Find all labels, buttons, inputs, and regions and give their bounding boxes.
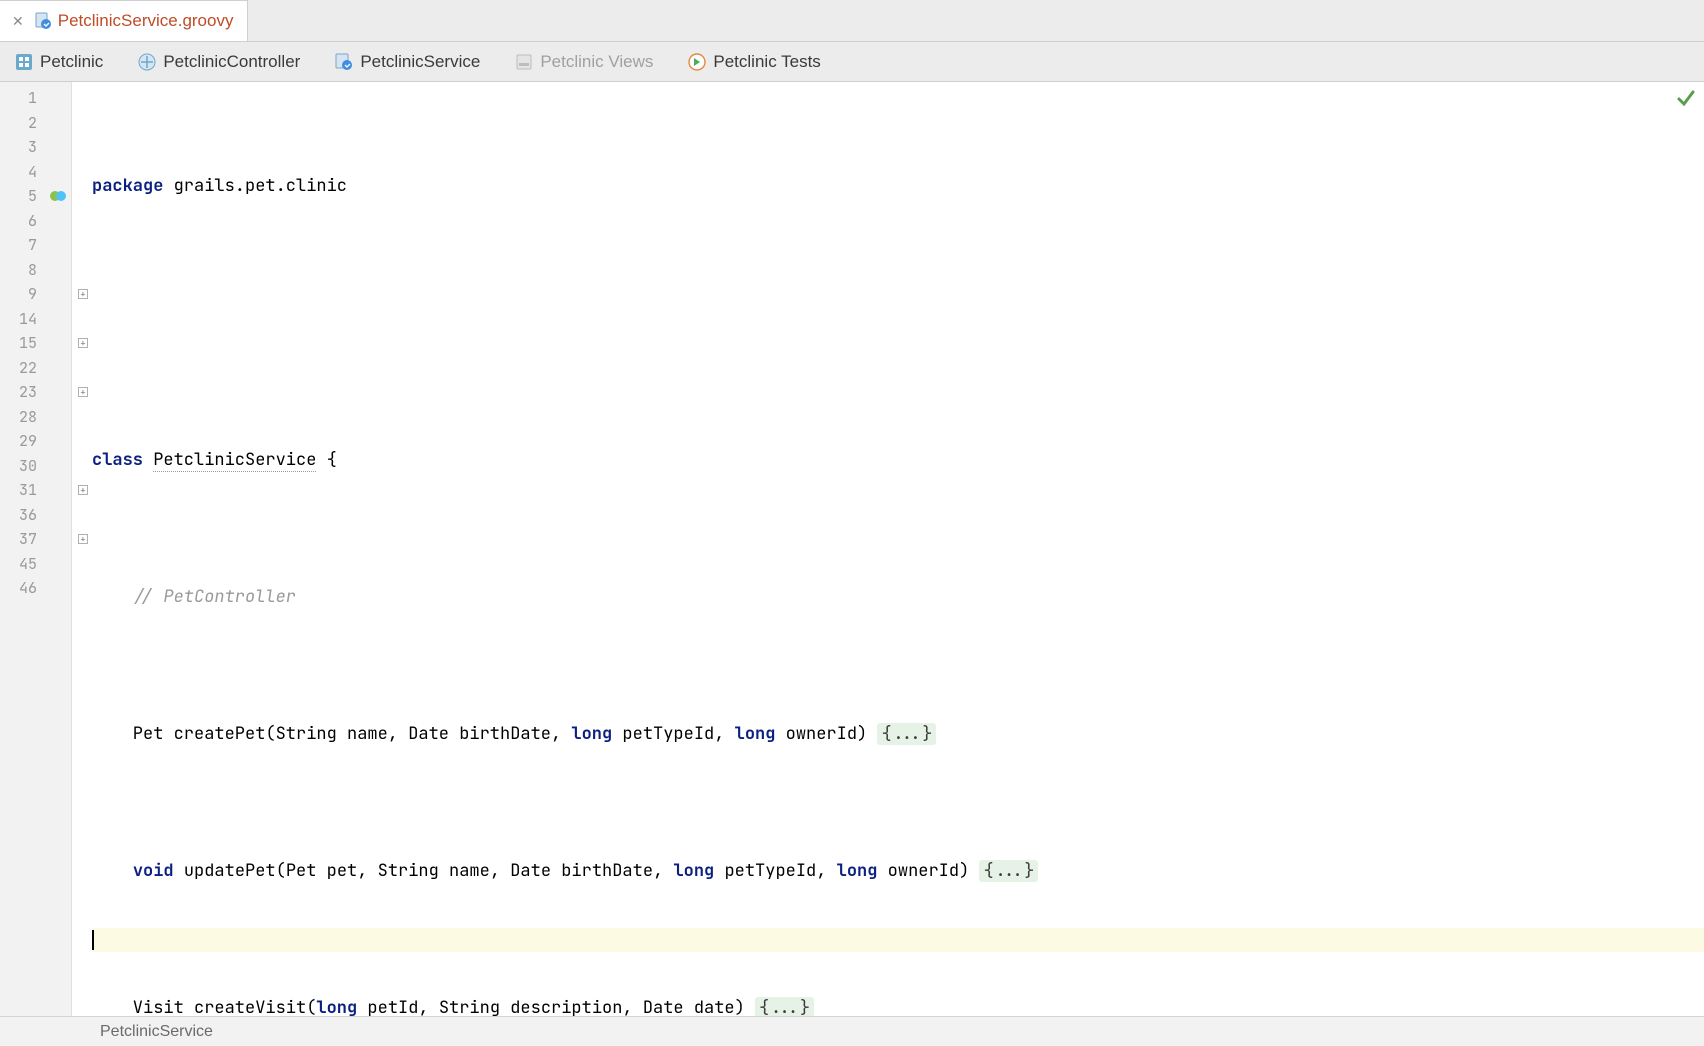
code-line[interactable] [92, 243, 1704, 268]
gutter-line[interactable]: 14 [0, 307, 71, 332]
gutter-line[interactable]: 8 [0, 258, 71, 283]
gutter-line[interactable]: 6 [0, 209, 71, 234]
gutter-line[interactable]: 22 [0, 356, 71, 381]
gutter-line[interactable]: 3 [0, 135, 71, 160]
gutter-line[interactable]: 45 [0, 552, 71, 577]
breadcrumb[interactable]: PetclinicService [0, 1016, 1704, 1046]
views-icon [514, 52, 534, 72]
code-line[interactable]: void updatePet(Pet pet, String name, Dat… [92, 859, 1704, 884]
folded-region[interactable]: {...} [755, 997, 814, 1016]
code-line[interactable]: Pet createPet(String name, Date birthDat… [92, 722, 1704, 747]
code-area[interactable]: package grails.pet.clinic class Petclini… [72, 82, 1704, 1016]
code-line[interactable]: package grails.pet.clinic [92, 174, 1704, 199]
close-icon[interactable]: ✕ [8, 13, 28, 30]
code-line[interactable] [92, 517, 1704, 542]
nav-item-label: PetclinicController [163, 52, 300, 72]
class-gutter-icon[interactable] [49, 187, 67, 205]
editor-tab-bar: ✕ PetclinicService.groovy [0, 0, 1704, 42]
domain-icon [14, 52, 34, 72]
nav-item-petclinic[interactable]: Petclinic [8, 48, 109, 76]
gutter-line[interactable]: 31+ [0, 478, 71, 503]
nav-item-controller[interactable]: PetclinicController [131, 48, 306, 76]
gutter-line[interactable]: 36 [0, 503, 71, 528]
folded-region[interactable]: {...} [979, 860, 1038, 882]
gutter-line[interactable]: 5 [0, 184, 71, 209]
editor: 1 2 3 4 5 6 7 8 9+ 14 15+ 22 23+ 28 29 3… [0, 82, 1704, 1016]
tab-file-name: PetclinicService.groovy [58, 11, 234, 31]
nav-item-tests[interactable]: Petclinic Tests [681, 48, 826, 76]
gutter-line[interactable]: 7 [0, 233, 71, 258]
nav-item-label: Petclinic Tests [713, 52, 820, 72]
code-line[interactable] [92, 791, 1704, 816]
gutter-line[interactable]: 9+ [0, 282, 71, 307]
navigation-bar: Petclinic PetclinicController PetclinicS… [0, 42, 1704, 82]
nav-item-views[interactable]: Petclinic Views [508, 48, 659, 76]
code-line[interactable]: Visit createVisit(long petId, String des… [92, 996, 1704, 1016]
code-line[interactable] [92, 311, 1704, 336]
gutter-line[interactable]: 15+ [0, 331, 71, 356]
editor-tab[interactable]: ✕ PetclinicService.groovy [0, 0, 248, 41]
inspection-ok-icon[interactable] [1676, 88, 1696, 108]
nav-item-label: PetclinicService [360, 52, 480, 72]
controller-icon [137, 52, 157, 72]
nav-item-label: Petclinic Views [540, 52, 653, 72]
gutter-line[interactable]: 23+ [0, 380, 71, 405]
gutter-line[interactable]: 37+ [0, 527, 71, 552]
gutter-line[interactable]: 1 [0, 86, 71, 111]
gutter-line[interactable]: 28 [0, 405, 71, 430]
code-line[interactable] [92, 654, 1704, 679]
gutter-line[interactable]: 29 [0, 429, 71, 454]
gutter: 1 2 3 4 5 6 7 8 9+ 14 15+ 22 23+ 28 29 3… [0, 82, 72, 1016]
gutter-line[interactable]: 30 [0, 454, 71, 479]
groovy-file-icon [34, 12, 52, 30]
text-caret [92, 930, 94, 950]
gutter-line[interactable]: 46 [0, 576, 71, 601]
code-line[interactable]: // PetController [92, 585, 1704, 610]
code-line[interactable]: class PetclinicService { [92, 448, 1704, 473]
gutter-line[interactable]: 2 [0, 111, 71, 136]
service-icon [334, 52, 354, 72]
breadcrumb-item[interactable]: PetclinicService [100, 1023, 213, 1041]
folded-region[interactable]: {...} [877, 723, 936, 745]
gutter-line[interactable]: 4 [0, 160, 71, 185]
nav-item-service[interactable]: PetclinicService [328, 48, 486, 76]
tests-icon [687, 52, 707, 72]
nav-item-label: Petclinic [40, 52, 103, 72]
code-line[interactable] [92, 380, 1704, 405]
code-line-current[interactable] [92, 928, 1704, 953]
